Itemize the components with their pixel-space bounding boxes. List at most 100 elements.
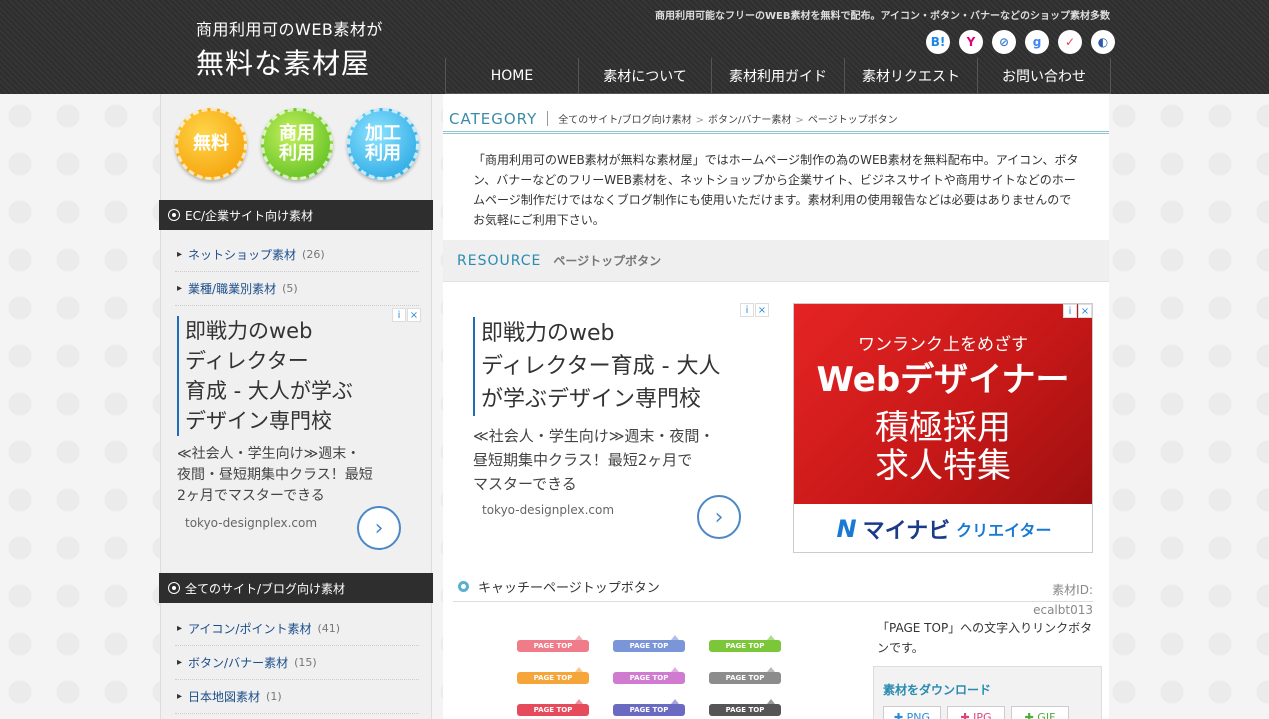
breadcrumb-item[interactable]: ボタン/バナー素材 <box>708 115 791 126</box>
category-label: CATEGORY <box>449 109 538 128</box>
ad-description: ≪社会人・学生向け≫週末・夜間・ 昼短期集中クラス！最短2ヶ月で マスターできる <box>473 424 769 496</box>
site-logo[interactable]: 商用利用可のWEB素材が 無料な素材屋 <box>196 16 383 82</box>
ad-headline-line: 即戦力のweb <box>481 321 615 346</box>
ring-bullet-icon <box>458 581 469 592</box>
sidebar-item-label[interactable]: アイコン/ポイント素材 <box>188 620 311 637</box>
badge-free-label: 無料 <box>193 133 229 154</box>
badge-commercial-line2: 利用 <box>279 143 315 164</box>
breadcrumb: 全てのサイト/ブログ向け素材 > ボタン/バナー素材 > ページトップボタン <box>547 111 898 126</box>
page-top-button-text: PAGE TOP <box>629 642 669 650</box>
page-top-button-text: PAGE TOP <box>725 674 765 682</box>
social-buttons: B! Y ⊘ g ✓ ◐ <box>926 30 1115 54</box>
page-top-button-sample: PAGE TOP <box>613 699 685 716</box>
page-top-button-text: PAGE TOP <box>533 642 573 650</box>
item-title: キャッチーページトップボタン <box>478 581 660 596</box>
page-top-button-sample: PAGE TOP <box>613 667 685 684</box>
nav-guide[interactable]: 素材利用ガイド <box>711 58 844 93</box>
badge-editable-line2: 利用 <box>365 143 401 164</box>
download-buttons: ✚ PNG ✚ JPG ✚ GIF <box>883 706 1101 719</box>
sidebar-item-label[interactable]: 業種/職業別素材 <box>188 280 276 297</box>
nav-request[interactable]: 素材リクエスト <box>844 58 977 93</box>
download-jpg-button[interactable]: ✚ JPG <box>947 706 1005 719</box>
sidebar-text-ad[interactable]: i × 即戦力のweb ディレクター 育成 - 大人が学ぶ デザイン専門校 ≪社… <box>177 308 421 558</box>
page-top-button-sample: PAGE TOP <box>613 635 685 652</box>
hatena-bookmark-icon[interactable]: B! <box>926 30 950 54</box>
sidebar-item-icons[interactable]: アイコン/ポイント素材 (41) <box>175 612 419 646</box>
ad-description-line: ≪社会人・学生向け≫週末・夜間・ <box>473 427 715 445</box>
main-content: CATEGORY 全てのサイト/ブログ向け素材 > ボタン/バナー素材 > ページトップ… <box>443 94 1109 719</box>
resource-label: RESOURCE <box>457 252 542 269</box>
item-description: 「PAGE TOP」への文字入りリンクボタンです。 <box>877 621 1093 655</box>
ad-info-icon[interactable]: i <box>392 308 406 322</box>
ad-headline-line: ディレクター <box>185 349 309 373</box>
page-top-button-sample: PAGE TOP <box>517 635 589 652</box>
image-ad[interactable]: i × ワンランク上をめざす Webデザイナー 積極採用 求人特集 N マイナビ… <box>793 303 1093 553</box>
sidebar-heading-ec-label: EC/企業サイト向け素材 <box>185 208 314 223</box>
ad-info-icon[interactable]: i <box>1063 304 1077 318</box>
ad-headline[interactable]: 即戦力のweb ディレクター育成 - 大人 が学ぶデザイン専門校 <box>473 317 769 416</box>
nav-home[interactable]: HOME <box>445 58 578 93</box>
sidebar-item-japan-map[interactable]: 日本地図素材 (1) <box>175 680 419 714</box>
download-title: 素材をダウンロード <box>883 683 992 697</box>
page-top-button-sample: PAGE TOP <box>709 699 781 716</box>
breadcrumb-separator: > <box>795 115 804 126</box>
page-top-button-sample: PAGE TOP <box>517 699 589 716</box>
bullet-icon <box>169 210 179 220</box>
ad-info-icon[interactable]: i <box>740 303 754 317</box>
global-nav: HOME 素材について 素材利用ガイド 素材リクエスト お問い合わせ <box>445 58 1111 94</box>
sidebar-item-count: (1) <box>266 690 282 703</box>
page-top-button-sample: PAGE TOP <box>517 667 589 684</box>
ad-headline-line: ディレクター育成 - 大人 <box>481 354 721 379</box>
badge-editable: 加工 利用 <box>347 108 419 180</box>
preview-row: PAGE TOP PAGE TOP PAGE TOP <box>517 667 807 684</box>
sidebar-item-netshop[interactable]: ネットショップ素材 (26) <box>175 238 419 272</box>
ad-headline[interactable]: 即戦力のweb ディレクター 育成 - 大人が学ぶ デザイン専門校 <box>177 316 421 436</box>
sidebar-item-count: (5) <box>282 282 298 295</box>
sidebar: 無料 商用 利用 加工 利用 EC/企業サイト向け素材 ネットショップ素材 (2… <box>159 94 433 719</box>
pocket-icon[interactable]: ✓ <box>1058 30 1082 54</box>
item-id-label: 素材ID: <box>1052 583 1093 597</box>
item-header: キャッチーページトップボタン 素材ID: ecalbt013 <box>453 572 1093 617</box>
breadcrumb-item[interactable]: 全てのサイト/ブログ向け素材 <box>558 115 691 126</box>
badge-editable-line1: 加工 <box>365 123 401 144</box>
download-box: 素材をダウンロード ✚ PNG ✚ JPG ✚ GIF <box>873 666 1102 719</box>
page-top-button-text: PAGE TOP <box>725 642 765 650</box>
ad-close-icon[interactable]: × <box>1078 304 1092 318</box>
download-png-button[interactable]: ✚ PNG <box>883 706 941 719</box>
sidebar-heading-all: 全てのサイト/ブログ向け素材 <box>159 573 433 603</box>
adchoices[interactable]: i × <box>1063 304 1092 318</box>
adchoices[interactable]: i × <box>392 308 421 322</box>
nav-about[interactable]: 素材について <box>578 58 711 93</box>
yahoo-icon[interactable]: Y <box>959 30 983 54</box>
page-top-button-sample: PAGE TOP <box>709 667 781 684</box>
ad-close-icon[interactable]: × <box>407 308 421 322</box>
sidebar-item-label[interactable]: ネットショップ素材 <box>188 246 296 263</box>
delicious-icon[interactable]: ◐ <box>1091 30 1115 54</box>
sidebar-item-label[interactable]: 日本地図素材 <box>188 688 260 705</box>
ad-headline-line: デザイン専門校 <box>185 409 332 433</box>
ad-close-icon[interactable]: × <box>755 303 769 317</box>
nav-contact[interactable]: お問い合わせ <box>977 58 1111 93</box>
feature-badges: 無料 商用 利用 加工 利用 <box>175 108 419 180</box>
page-top-button-text: PAGE TOP <box>725 706 765 714</box>
sidebar-item-buttons[interactable]: ボタン/バナー素材 (15) <box>175 646 419 680</box>
logo-title: 無料な素材屋 <box>196 47 371 80</box>
badge-commercial-line1: 商用 <box>279 123 315 144</box>
ad-url[interactable]: tokyo-designplex.com <box>482 503 614 517</box>
main-text-ad[interactable]: i × 即戦力のweb ディレクター育成 - 大人 が学ぶデザイン専門校 ≪社会… <box>473 303 769 553</box>
sidebar-item-count: (41) <box>317 622 341 635</box>
breadcrumb-item: ページトップボタン <box>807 115 898 126</box>
download-gif-button[interactable]: ✚ GIF <box>1011 706 1069 719</box>
chevron-right-icon[interactable]: › <box>697 495 741 539</box>
sidebar-item-label[interactable]: ボタン/バナー素材 <box>188 654 288 671</box>
page-top-button-text: PAGE TOP <box>629 706 669 714</box>
chevron-right-icon[interactable]: › <box>357 506 401 550</box>
ad-url[interactable]: tokyo-designplex.com <box>185 516 317 530</box>
google-icon[interactable]: g <box>1025 30 1049 54</box>
badge-free: 無料 <box>175 108 247 180</box>
sidebar-item-count: (15) <box>294 656 317 669</box>
sidebar-heading-ec: EC/企業サイト向け素材 <box>159 200 433 230</box>
adchoices[interactable]: i × <box>740 303 769 317</box>
sidebar-item-industry[interactable]: 業種/職業別素材 (5) <box>175 272 419 306</box>
clip-icon[interactable]: ⊘ <box>992 30 1016 54</box>
